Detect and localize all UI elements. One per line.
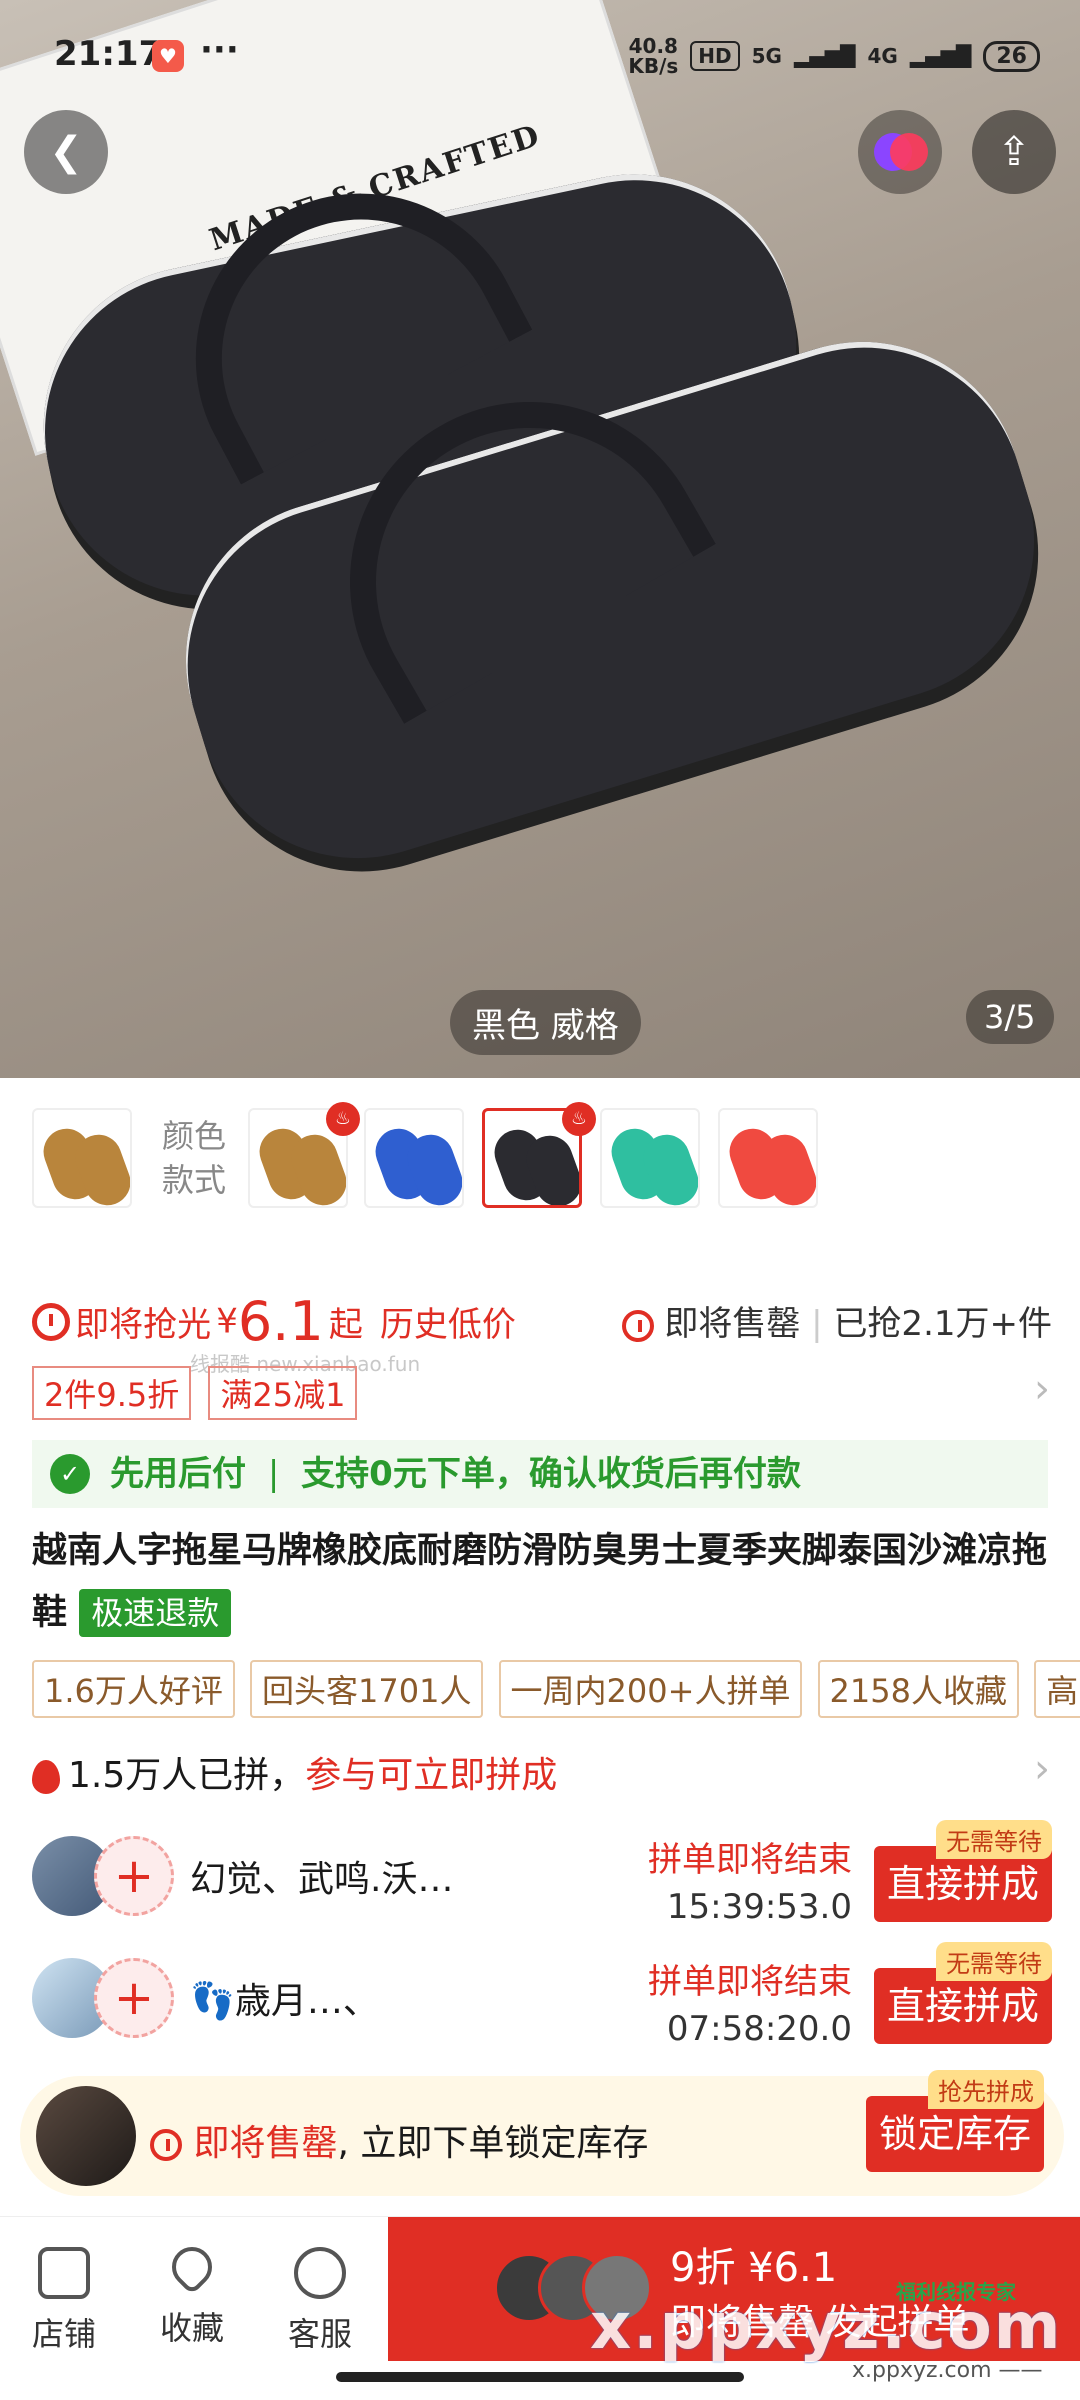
net-speed: 40.8 KB/s [628, 34, 679, 78]
add-icon[interactable]: + [94, 1836, 174, 1916]
group-countdown: 拼单即将结束 07:58:20.0 [648, 1962, 852, 2049]
add-icon[interactable]: + [94, 1958, 174, 2038]
color-style-label: 颜色 款式 [162, 1117, 227, 1199]
group-row-1: + 幻觉、武鸣.沃… 拼单即将结束 15:39:53.0 直接拼成 无需等待 [32, 1820, 1052, 1934]
alarm-clock-icon-2 [621, 1309, 654, 1342]
alarm-clock-icon [32, 1302, 70, 1341]
coupon-discount[interactable]: 2件9.5折 [32, 1366, 192, 1420]
variant-thumbnails: 颜色 款式 ♨ ♨ [32, 1102, 1080, 1212]
status-bar: 21:17 ♥ ··· 40.8 KB/s HD 5G ▂▄▆█ 4G ▂▄▆█ … [0, 0, 1080, 110]
back-button[interactable]: ❮ [24, 110, 108, 194]
hd-icon: HD [690, 41, 740, 71]
alarm-clock-icon-3 [150, 2129, 182, 2161]
variant-thumb-5[interactable] [600, 1108, 700, 1208]
hot-flame-icon: ♨ [326, 1102, 360, 1136]
price-value: 6.1 [237, 1290, 324, 1353]
group-buy-summary[interactable]: 1.5万人已拼，参与可立即拼成 [32, 1746, 557, 1798]
share-icon: ⇪ [997, 129, 1031, 175]
price-from-label: 起 [328, 1305, 363, 1345]
signal-5g-icon: 5G [751, 44, 782, 68]
price-row: 即将抢光 ¥6.1 起 历史低价 即将售罄 | 已抢2.1万+件 [32, 1290, 1052, 1353]
lock-stock-text: 即将售罄, 立即下单锁定库存 [150, 2114, 648, 2166]
variant-thumb-3[interactable] [364, 1108, 464, 1208]
pay-later-banner[interactable]: ✓ 先用后付 | 支持0元下单，确认收货后再付款 [32, 1440, 1048, 1508]
battery-icon: 26 [983, 40, 1040, 72]
signal-bars-icon: ▂▄▆█ [793, 44, 856, 68]
selling-out-label: 即将售罄 [664, 1304, 801, 1344]
stats-row: 1.6万人好评 回头客1701人 一周内200+人拼单 2158人收藏 高 [32, 1660, 1080, 1718]
coupon-row[interactable]: 2件9.5折 满25减1 [32, 1366, 369, 1420]
signal-bars-icon-2: ▂▄▆█ [909, 44, 972, 68]
app-notification-icon: ♥ [152, 40, 184, 72]
group-countdown: 拼单即将结束 15:39:53.0 [648, 1840, 852, 1927]
group-user-name: 👣歳月…、 [190, 1981, 379, 2022]
chevron-left-icon: ❮ [49, 129, 83, 175]
joined-count: 1.5万人已拼， [68, 1755, 306, 1796]
group-user-name: 幻觉、武鸣.沃… [190, 1859, 454, 1900]
product-title: 越南人字拖星马牌橡胶底耐磨防滑防臭男士夏季夹脚泰国沙滩凉拖鞋 极速退款 [32, 1520, 1052, 1644]
pay-later-desc: 支持0元下单，确认收货后再付款 [301, 1454, 801, 1494]
chevron-right-icon-2[interactable]: › [1034, 1746, 1050, 1792]
join-hint: 参与可立即拼成 [305, 1755, 558, 1796]
image-pager: 3/5 [966, 990, 1054, 1044]
heart-icon [163, 2238, 221, 2296]
stat-weekly-orders[interactable]: 一周内200+人拼单 [498, 1660, 803, 1718]
home-indicator[interactable] [336, 2372, 744, 2382]
status-more: ··· [200, 30, 239, 70]
fire-icon [32, 1760, 60, 1794]
watermark-site-small: x.ppxyz.com —— [852, 2358, 1043, 2383]
watermark-expert: 福利线报专家 [896, 2280, 1016, 2304]
selling-fast-label: 即将抢光 [75, 1305, 212, 1345]
lock-stock-bar: 即将售罄, 立即下单锁定库存 锁定库存 抢先拼成 [20, 2070, 1064, 2196]
favorite-button[interactable]: 收藏 [132, 2238, 252, 2349]
variant-thumb-1[interactable] [32, 1108, 132, 1208]
variant-thumb-6[interactable] [718, 1108, 818, 1208]
history-low-label: 历史低价 [379, 1305, 516, 1345]
sales-info: 即将售罄 | 已抢2.1万+件 [621, 1296, 1052, 1345]
separator: | [267, 1454, 280, 1494]
chevron-right-icon[interactable]: › [1034, 1366, 1050, 1412]
store-icon [38, 2247, 90, 2299]
share-button[interactable]: ⇪ [972, 110, 1056, 194]
avatar [36, 2086, 136, 2186]
store-button[interactable]: 店铺 [4, 2247, 124, 2355]
chat-icon [294, 2247, 346, 2299]
color-label-pill: 黑色 威格 [450, 990, 641, 1055]
product-image-gallery[interactable]: MADE & CRAFTED 21:17 ♥ ··· 40.8 KB/s HD 5… [0, 0, 1080, 1078]
fast-refund-tag: 极速退款 [79, 1589, 232, 1637]
badge-check-icon: ✓ [50, 1454, 90, 1494]
stat-favorites[interactable]: 2158人收藏 [817, 1660, 1019, 1718]
buy-price: 9折 ¥6.1 [670, 2245, 838, 2291]
hot-flame-icon-2: ♨ [562, 1102, 596, 1136]
customer-service-button[interactable]: 客服 [260, 2247, 380, 2355]
signal-4g-icon: 4G [867, 44, 898, 68]
no-wait-tag: 无需等待 [936, 1820, 1052, 1859]
status-time: 21:17 [54, 34, 163, 74]
pay-later-label: 先用后付 [110, 1454, 246, 1494]
coupon-reduce[interactable]: 满25减1 [208, 1366, 358, 1420]
brand-button[interactable] [858, 110, 942, 194]
stat-returning[interactable]: 回头客1701人 [250, 1660, 484, 1718]
group-row-2: + 👣歳月…、 拼单即将结束 07:58:20.0 直接拼成 无需等待 [32, 1942, 1052, 2056]
no-wait-tag: 无需等待 [936, 1942, 1052, 1981]
first-group-tag: 抢先拼成 [928, 2070, 1044, 2109]
currency-symbol: ¥ [216, 1301, 238, 1342]
sold-count: 已抢2.1万+件 [833, 1304, 1052, 1344]
stat-reviews[interactable]: 1.6万人好评 [32, 1660, 235, 1718]
stat-more[interactable]: 高 [1034, 1660, 1080, 1718]
